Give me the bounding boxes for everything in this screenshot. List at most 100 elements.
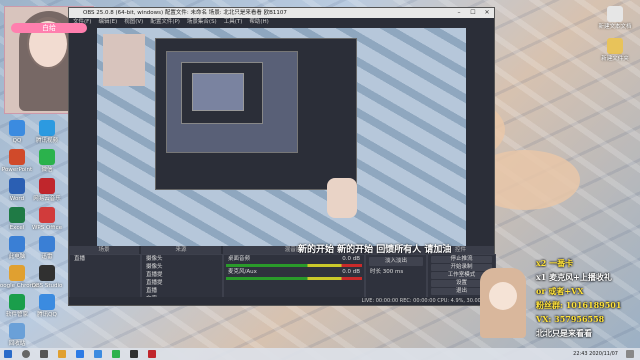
search-icon[interactable]	[22, 350, 30, 358]
app-icon	[9, 323, 25, 339]
scene-item[interactable]: 直播	[70, 255, 140, 263]
desktop-icon[interactable]: 新建文件夹	[590, 38, 640, 63]
notification-icon[interactable]	[626, 350, 634, 358]
transition-duration-label: 时长	[370, 269, 382, 275]
desktop-icon[interactable]: 迅雷	[22, 236, 72, 261]
desktop-icon[interactable]: 回收站	[0, 323, 42, 348]
mixer-channel-name: 桌面音频 0.0 dB	[228, 256, 360, 262]
status-bar: LIVE: 00:00:00 REC: 00:00:00 CPU: 4.9%, …	[69, 297, 494, 305]
obs-icon[interactable]	[130, 350, 138, 358]
app-icon	[39, 149, 55, 165]
desktop-icon-label: WPS Office	[31, 225, 63, 231]
source-item[interactable]: 直播提	[142, 279, 222, 287]
desktop-icon-label: 迅雷	[41, 254, 53, 260]
clock-time: 22:43	[573, 351, 588, 357]
source-item[interactable]: 摄像头	[142, 263, 222, 271]
preview-webcam	[103, 34, 145, 86]
menu-bar[interactable]: 文件(F) 编辑(E) 视图(V) 配置文件(P) 场景集合(S) 工具(T) 帮助(H)	[69, 18, 494, 27]
desktop-icon[interactable]: 腾讯QQ	[22, 294, 72, 319]
preview-nested-window	[192, 73, 244, 111]
menu-item[interactable]: 场景集合(S)	[187, 19, 217, 25]
mixer-channel[interactable]: 桌面音频 0.0 dB	[224, 255, 364, 267]
window-title: OBS 25.0.8 (64-bit, windows) 配置文件: 未命名 场…	[69, 8, 494, 18]
clock-date: 2020/11/07	[589, 351, 618, 357]
control-button[interactable]: 开始录制	[431, 264, 492, 271]
app-icon	[39, 178, 55, 194]
overlay-line: VX: 357956558	[536, 314, 605, 324]
sources-dock-title: 来源	[141, 246, 221, 254]
desktop-icon[interactable]: 新建文本文档	[590, 6, 640, 31]
mixer-channel[interactable]: 麦克风/Aux 0.0 dB	[224, 268, 364, 280]
overlay-line: 北北只是来看看	[536, 328, 592, 338]
desktop-icon-label: OBS Studio	[31, 283, 63, 289]
desktop-icon[interactable]: 微信	[22, 149, 72, 174]
transitions-dock[interactable]: 淡入淡出 时长 300 ms	[365, 254, 427, 298]
app-icon	[607, 38, 623, 54]
overlay-line: or 或者+VX	[536, 286, 584, 296]
control-button[interactable]: 停止推流	[431, 256, 492, 263]
obs-window[interactable]: OBS 25.0.8 (64-bit, windows) 配置文件: 未命名 场…	[68, 7, 496, 306]
desktop-icon-label: 回收站	[8, 341, 26, 347]
preview-nested-window	[166, 51, 298, 153]
mixer-channel-db: 0.0 dB	[342, 269, 360, 275]
taskbar: 22:43 2020/11/07	[0, 348, 640, 360]
transition-select[interactable]: 淡入淡出	[369, 257, 423, 266]
desktop-icon-label: 新建文本文档	[598, 24, 632, 30]
webcam-label: 白给	[11, 23, 87, 33]
app-icon	[39, 294, 55, 310]
scenes-dock[interactable]: 直播	[69, 254, 141, 298]
file-explorer-icon[interactable]	[58, 350, 66, 358]
scenes-dock-title: 场景	[69, 246, 139, 254]
transition-duration-value[interactable]: 300 ms	[383, 269, 403, 275]
menu-item[interactable]: 配置文件(P)	[150, 19, 180, 25]
overlay-line: x2 一番卡	[536, 258, 574, 268]
preview-nested-window	[155, 38, 357, 190]
desktop-icon[interactable]: 腾讯视频	[22, 120, 72, 145]
app-icon	[39, 265, 55, 281]
desktop-icon[interactable]: 网易云音乐	[22, 178, 72, 203]
task-view-icon[interactable]	[40, 350, 48, 358]
clock[interactable]: 22:43 2020/11/07	[573, 348, 618, 360]
desktop-icon-label: 新建文件夹	[601, 56, 629, 62]
desktop-icon-label: 腾讯视频	[35, 138, 58, 144]
avatar-face	[489, 282, 517, 310]
anime-avatar	[480, 268, 526, 338]
desktop-icon-label: 腾讯QQ	[37, 312, 57, 318]
source-item[interactable]: 摄像头	[142, 255, 222, 263]
app-icon	[39, 120, 55, 136]
transition-duration: 时长 300 ms	[366, 268, 426, 276]
app-icon	[39, 236, 55, 252]
preview-nested-window	[181, 62, 263, 124]
overlay-line: x1 麦克风+上播收礼	[536, 272, 612, 282]
overlay-banner: 新的开始 新的开始 回馈所有人 请加油	[298, 245, 452, 255]
menu-item[interactable]: 视图(V)	[124, 19, 143, 25]
close-icon[interactable]: ✕	[480, 8, 494, 18]
mixer-dock[interactable]: 桌面音频 0.0 dB 麦克风/Aux 0.0 dB	[223, 254, 365, 298]
app-icon	[39, 207, 55, 223]
menu-item[interactable]: 帮助(H)	[249, 19, 268, 25]
desktop-icon[interactable]: WPS Office	[22, 207, 72, 232]
source-item[interactable]: 直播	[142, 287, 222, 295]
start-icon[interactable]	[4, 350, 12, 358]
app-icon	[607, 6, 623, 22]
minimize-icon[interactable]: –	[452, 8, 466, 18]
wechat-icon[interactable]	[112, 350, 120, 358]
maximize-icon[interactable]: ☐	[466, 8, 480, 18]
menu-item[interactable]: 编辑(E)	[98, 19, 117, 25]
volume-meter	[226, 277, 362, 280]
desktop-icon-label: 微信	[41, 167, 53, 173]
desktop-icon[interactable]: OBS Studio	[22, 265, 72, 290]
mixer-channel-db: 0.0 dB	[342, 256, 360, 262]
overlay-line: 粉丝群: 1016189501	[536, 300, 622, 310]
desktop-icon-label: 网易云音乐	[33, 196, 61, 202]
volume-meter	[226, 264, 362, 267]
preview-avatar	[327, 178, 357, 218]
mixer-channel-name: 麦克风/Aux 0.0 dB	[228, 269, 360, 275]
source-item[interactable]: 直播提	[142, 271, 222, 279]
sources-dock[interactable]: 摄像头摄像头直播提直播提直播文字	[141, 254, 223, 298]
preview-canvas[interactable]	[97, 28, 466, 246]
qq-icon[interactable]	[94, 350, 102, 358]
music-icon[interactable]	[148, 350, 156, 358]
menu-item[interactable]: 工具(T)	[224, 19, 243, 25]
edge-icon[interactable]	[76, 350, 84, 358]
